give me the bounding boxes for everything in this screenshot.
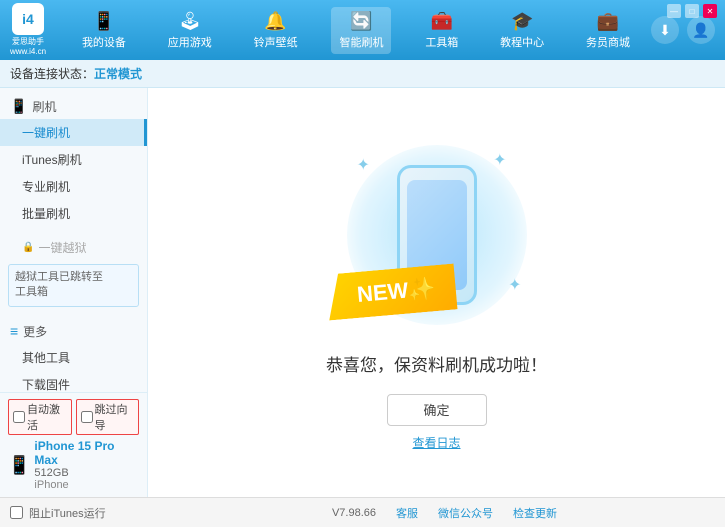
flash-section-icon: 📱	[10, 98, 27, 115]
device-details: iPhone 15 Pro Max 512GB iPhone	[34, 439, 139, 491]
sidebar-wrapper: 📱 刷机 一键刷机 iTunes刷机 专业刷机 批量刷机 🔒	[0, 88, 148, 497]
guided-setup-label: 跳过向导	[95, 401, 135, 433]
status-bar: 设备连接状态： 正常模式	[0, 60, 725, 88]
ringtones-icon: 🔔	[264, 11, 286, 32]
guided-setup-group: 跳过向导	[76, 399, 140, 435]
nav-tab-toolbox[interactable]: 🧰 工具箱	[417, 7, 466, 54]
nav-tab-my-device[interactable]: 📱 我的设备	[74, 7, 134, 54]
footer-link-2[interactable]: 微信公众号	[438, 505, 493, 521]
smart-flash-icon: 🔄	[350, 11, 372, 32]
footer-main: V7.98.66 客服 微信公众号 检查更新	[174, 505, 715, 521]
auto-activate-checkbox[interactable]	[13, 411, 25, 423]
win-controls: — □ ✕	[667, 4, 717, 18]
itunes-label: 阻止iTunes运行	[29, 505, 106, 521]
device-phone-icon: 📱	[8, 455, 30, 476]
main-layout: 📱 刷机 一键刷机 iTunes刷机 专业刷机 批量刷机 🔒	[0, 88, 725, 497]
status-prefix: 设备连接状态：	[10, 65, 94, 82]
header: i4 爱思助手 www.i4.cn 📱 我的设备 🕹 应用游戏 🔔 铃声壁纸 🔄…	[0, 0, 725, 60]
nav-tabs: 📱 我的设备 🕹 应用游戏 🔔 铃声壁纸 🔄 智能刷机 🧰 工具箱 🎓	[61, 7, 651, 54]
sidebar-notice-box: 越狱工具已跳转至 工具箱	[8, 264, 139, 307]
nav-tab-smart-flash[interactable]: 🔄 智能刷机	[331, 7, 391, 54]
services-icon: 💼	[597, 11, 619, 32]
sidebar-item-batch-flash[interactable]: 批量刷机	[0, 200, 147, 227]
sidebar-item-pro-flash[interactable]: 专业刷机	[0, 173, 147, 200]
success-text: 恭喜您，保资料刷机成功啦！	[326, 351, 547, 376]
apps-games-icon: 🕹	[178, 11, 201, 32]
footer: 阻止iTunes运行 V7.98.66 客服 微信公众号 检查更新	[0, 497, 725, 527]
nav-tab-ringtones[interactable]: 🔔 铃声壁纸	[246, 7, 306, 54]
sparkle-icon-3: ✦	[508, 275, 521, 295]
device-info: 📱 iPhone 15 Pro Max 512GB iPhone	[8, 439, 139, 491]
nav-tab-tutorials[interactable]: 🎓 教程中心	[492, 7, 552, 54]
version-text: V7.98.66	[332, 507, 376, 519]
minimize-button[interactable]: —	[667, 4, 681, 18]
device-panel: 自动激活 跳过向导 📱 iPhone 15 Pro Max 512GB iPho…	[0, 392, 148, 497]
download-button[interactable]: ⬇	[651, 16, 679, 44]
logo-area: i4 爱思助手 www.i4.cn	[10, 3, 46, 56]
sparkle-icon-1: ✦	[357, 155, 370, 175]
footer-link-3[interactable]: 检查更新	[513, 505, 557, 521]
sidebar-item-download-firmware[interactable]: 下载固件	[0, 371, 147, 392]
confirm-button[interactable]: 确定	[387, 394, 487, 426]
device-checkbox-row: 自动激活 跳过向导	[8, 399, 139, 435]
device-type: iPhone	[34, 479, 139, 491]
more-section-icon: ≡	[10, 323, 18, 339]
close-button[interactable]: ✕	[703, 4, 717, 18]
sidebar-item-other-tools[interactable]: 其他工具	[0, 344, 147, 371]
tutorials-icon: 🎓	[511, 11, 533, 32]
sidebar-disabled-jailbreak: 🔒 一键越狱	[0, 235, 147, 260]
toolbox-icon: 🧰	[431, 11, 453, 32]
logo-icon: i4	[12, 3, 44, 35]
phone-illustration: NEW✨ ✦ ✦ ✦	[337, 135, 537, 335]
footer-left: 阻止iTunes运行	[10, 505, 158, 521]
auto-activate-label: 自动激活	[27, 401, 67, 433]
itunes-checkbox[interactable]	[10, 506, 23, 519]
nav-tab-services[interactable]: 💼 务员商城	[578, 7, 638, 54]
status-mode: 正常模式	[94, 65, 142, 82]
logo-subtitle: 爱思助手 www.i4.cn	[10, 37, 46, 56]
log-link[interactable]: 查看日志	[412, 434, 460, 451]
sidebar-item-itunes-flash[interactable]: iTunes刷机	[0, 146, 147, 173]
sidebar: 📱 刷机 一键刷机 iTunes刷机 专业刷机 批量刷机 🔒	[0, 88, 148, 392]
content-area: NEW✨ ✦ ✦ ✦ 恭喜您，保资料刷机成功啦！ 确定 查看日志	[148, 88, 725, 497]
auto-activate-group: 自动激活	[8, 399, 72, 435]
device-name: iPhone 15 Pro Max	[34, 439, 139, 467]
user-button[interactable]: 👤	[687, 16, 715, 44]
header-right: ⬇ 👤	[651, 16, 715, 44]
device-storage: 512GB	[34, 467, 139, 479]
nav-tab-apps-games[interactable]: 🕹 应用游戏	[160, 7, 220, 54]
maximize-button[interactable]: □	[685, 4, 699, 18]
sidebar-section-flash: 📱 刷机	[0, 94, 147, 119]
my-device-icon: 📱	[93, 11, 115, 32]
guided-setup-checkbox[interactable]	[81, 411, 93, 423]
footer-link-1[interactable]: 客服	[396, 505, 418, 521]
sparkle-icon-2: ✦	[493, 150, 506, 170]
sidebar-section-more: ≡ 更多	[0, 319, 147, 344]
sidebar-item-one-key-flash[interactable]: 一键刷机	[0, 119, 147, 146]
